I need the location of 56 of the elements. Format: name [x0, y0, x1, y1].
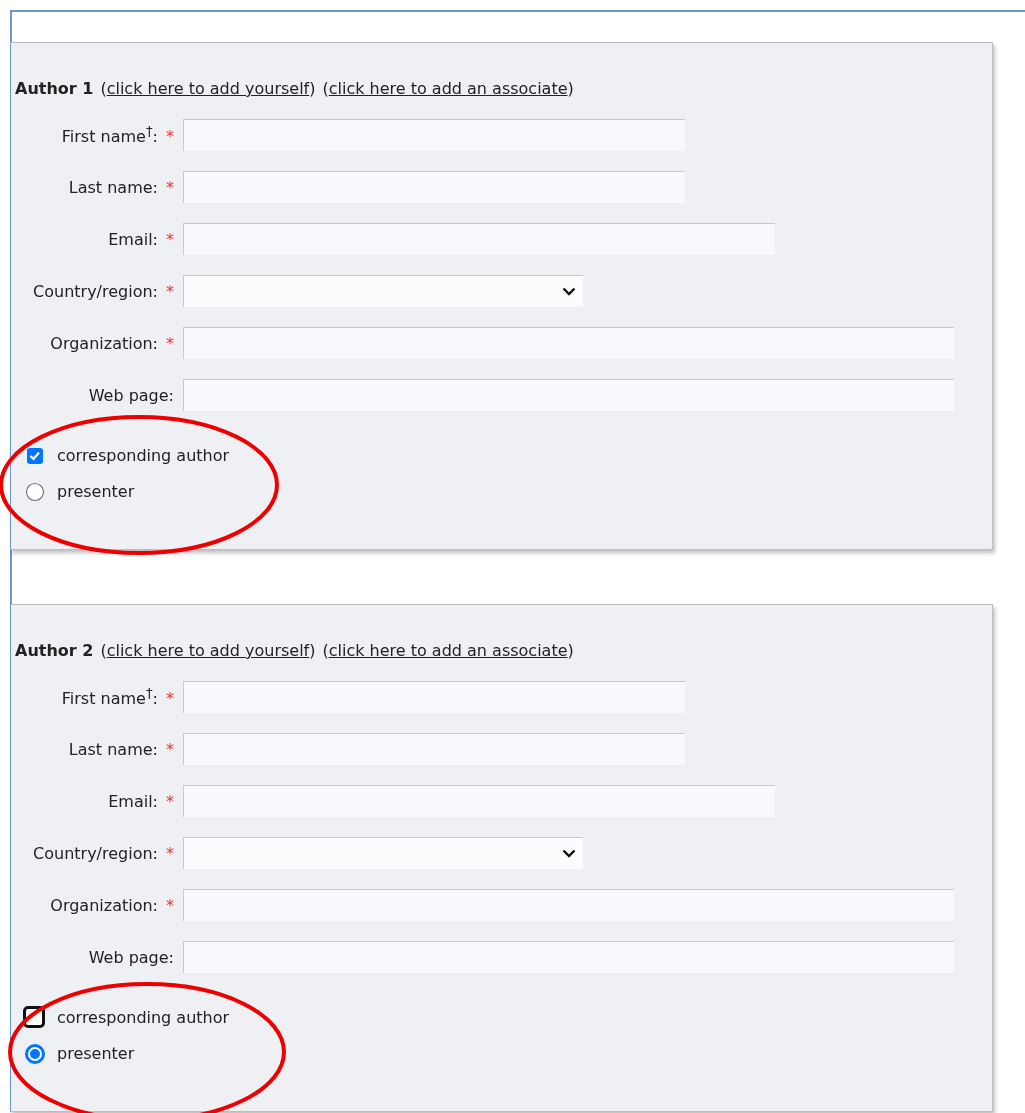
field-label: First name$^{†}$:	[61, 123, 158, 147]
chevron-down-icon	[562, 849, 576, 858]
parenthesis: (	[100, 641, 107, 660]
field-label: Last name:	[68, 739, 158, 759]
add-link[interactable]: click here to add an associate	[328, 79, 568, 98]
radio-button[interactable]	[23, 480, 45, 502]
field-label: Web page:	[88, 947, 174, 967]
add-link[interactable]: click here to add yourself	[106, 79, 310, 98]
field-label: Last name:	[68, 177, 158, 197]
option-label: corresponding author	[57, 445, 230, 465]
author-heading: Author 2	[15, 641, 94, 660]
parenthesis: )	[567, 79, 574, 98]
input-field[interactable]	[183, 379, 954, 411]
field-label: Organization:	[50, 895, 158, 915]
parenthesis: )	[309, 641, 316, 660]
input-field[interactable]	[183, 681, 685, 713]
parenthesis: )	[309, 79, 316, 98]
required-mark: *	[166, 895, 174, 915]
field-label: Country/region:	[33, 281, 158, 301]
parenthesis: (	[322, 79, 329, 98]
input-field[interactable]	[183, 327, 954, 359]
option-label: presenter	[57, 481, 135, 501]
field-label: Web page:	[88, 385, 174, 405]
field-label: First name$^{†}$:	[61, 685, 158, 709]
required-mark: *	[166, 689, 174, 709]
field-label: Email:	[108, 229, 158, 249]
required-mark: *	[166, 843, 174, 863]
option-label: corresponding author	[57, 1007, 230, 1027]
required-mark: *	[166, 739, 174, 759]
input-field[interactable]	[183, 223, 775, 255]
add-link[interactable]: click here to add an associate	[328, 641, 568, 660]
input-field[interactable]	[183, 171, 685, 203]
add-link[interactable]: click here to add yourself	[106, 641, 310, 660]
input-field[interactable]	[183, 785, 775, 817]
parenthesis: (	[100, 79, 107, 98]
field-label: Email:	[108, 791, 158, 811]
option-label: presenter	[57, 1043, 135, 1063]
parenthesis: )	[567, 641, 574, 660]
parenthesis: (	[322, 641, 329, 660]
dropdown-field[interactable]	[183, 837, 583, 869]
required-mark: *	[166, 229, 174, 249]
field-label: Organization:	[50, 333, 158, 353]
required-mark: *	[166, 281, 174, 301]
author-heading: Author 1	[15, 79, 94, 98]
required-mark: *	[166, 177, 174, 197]
dropdown-field[interactable]	[183, 275, 583, 307]
chevron-down-icon	[562, 287, 576, 296]
required-mark: *	[166, 791, 174, 811]
input-field[interactable]	[183, 733, 685, 765]
radio-button[interactable]	[23, 1042, 45, 1064]
required-mark: *	[166, 333, 174, 353]
field-label: Country/region:	[33, 843, 158, 863]
input-field[interactable]	[183, 889, 954, 921]
input-field[interactable]	[183, 119, 685, 151]
input-field[interactable]	[183, 941, 954, 973]
required-mark: *	[166, 127, 174, 147]
